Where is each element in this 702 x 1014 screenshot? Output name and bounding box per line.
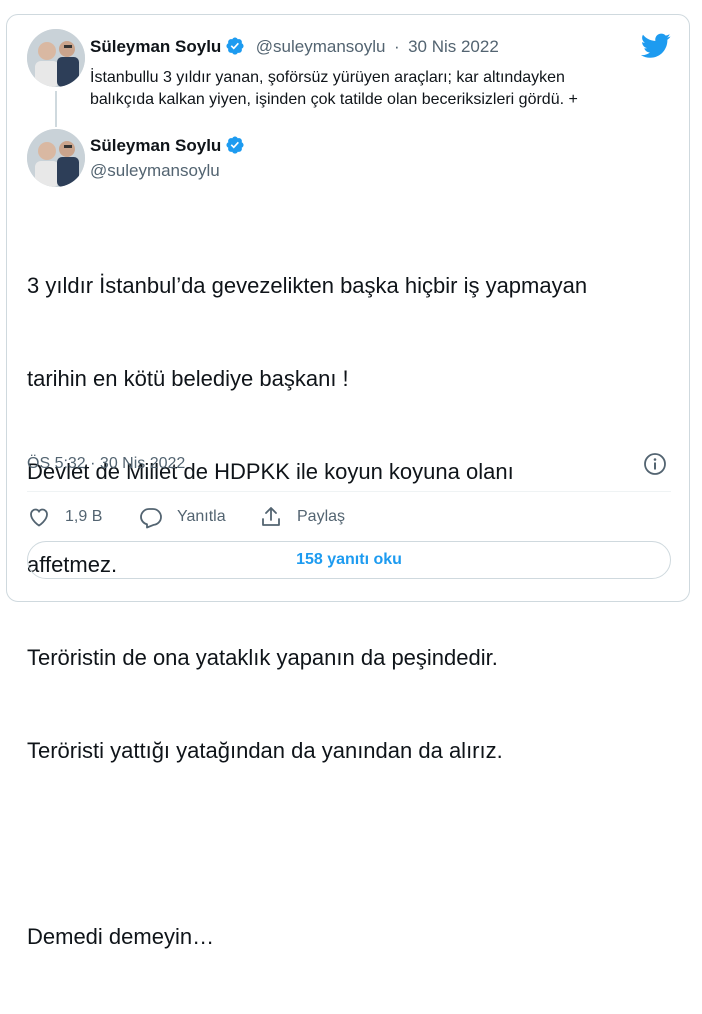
verified-badge-icon — [226, 136, 244, 154]
quoted-tweet-date[interactable]: 30 Nis 2022 — [408, 37, 499, 56]
separator-dot: · — [393, 37, 400, 56]
read-replies-label: 158 yanıtı oku — [296, 551, 402, 568]
divider — [27, 491, 671, 492]
quoted-tweet-header: Süleyman Soylu @suleymansoylu · 30 Nis 2… — [90, 36, 499, 57]
avatar[interactable] — [27, 129, 85, 187]
info-icon[interactable] — [643, 452, 667, 476]
tweet-line: Demedi demeyin… — [27, 924, 215, 949]
like-count: 1,9 B — [65, 508, 103, 525]
tweet-line: Teröristi yattığı yatağından da yanından… — [27, 738, 503, 763]
tweet-embed-card: Süleyman Soylu @suleymansoylu · 30 Nis 2… — [6, 14, 690, 949]
reply-bubble-icon — [140, 508, 162, 529]
reply-button[interactable]: Yanıtla — [139, 505, 226, 529]
tweet-timestamp[interactable]: ÖS 5:32 · 30 Nis 2022 — [27, 455, 185, 473]
share-button[interactable]: Paylaş — [259, 505, 345, 529]
share-label: Paylaş — [297, 508, 346, 525]
handle[interactable]: @suleymansoylu — [90, 161, 220, 181]
quoted-tweet-text[interactable]: İstanbullu 3 yıldır yanan, şoförsüz yürü… — [90, 67, 578, 111]
tweet-line: tarihin en kötü belediye başkanı ! — [27, 366, 349, 391]
display-name[interactable]: Süleyman Soylu — [90, 37, 221, 56]
handle[interactable]: @suleymansoylu — [256, 37, 386, 56]
main-tweet-author: Süleyman Soylu — [90, 135, 245, 156]
twitter-bird-icon[interactable] — [641, 33, 671, 59]
tweet-line — [27, 828, 587, 859]
display-name[interactable]: Süleyman Soylu — [90, 136, 221, 155]
thread-line — [55, 91, 57, 127]
main-tweet-text: 3 yıldır İstanbul’da gevezelikten başka … — [27, 208, 587, 1014]
read-replies-button[interactable]: 158 yanıtı oku — [27, 541, 671, 579]
share-icon — [262, 507, 280, 526]
reply-label: Yanıtla — [177, 508, 226, 525]
avatar[interactable] — [27, 29, 85, 87]
quoted-text-line: balıkçıda kalkan yiyen, işinden çok tati… — [90, 91, 578, 108]
quoted-text-line: İstanbullu 3 yıldır yanan, şoförsüz yürü… — [90, 69, 565, 86]
verified-badge-icon — [226, 37, 244, 55]
like-button[interactable]: 1,9 B — [27, 505, 102, 529]
tweet-line: Teröristin de ona yataklık yapanın da pe… — [27, 645, 498, 670]
tweet-line: 3 yıldır İstanbul’da gevezelikten başka … — [27, 273, 588, 298]
heart-icon — [30, 508, 48, 527]
